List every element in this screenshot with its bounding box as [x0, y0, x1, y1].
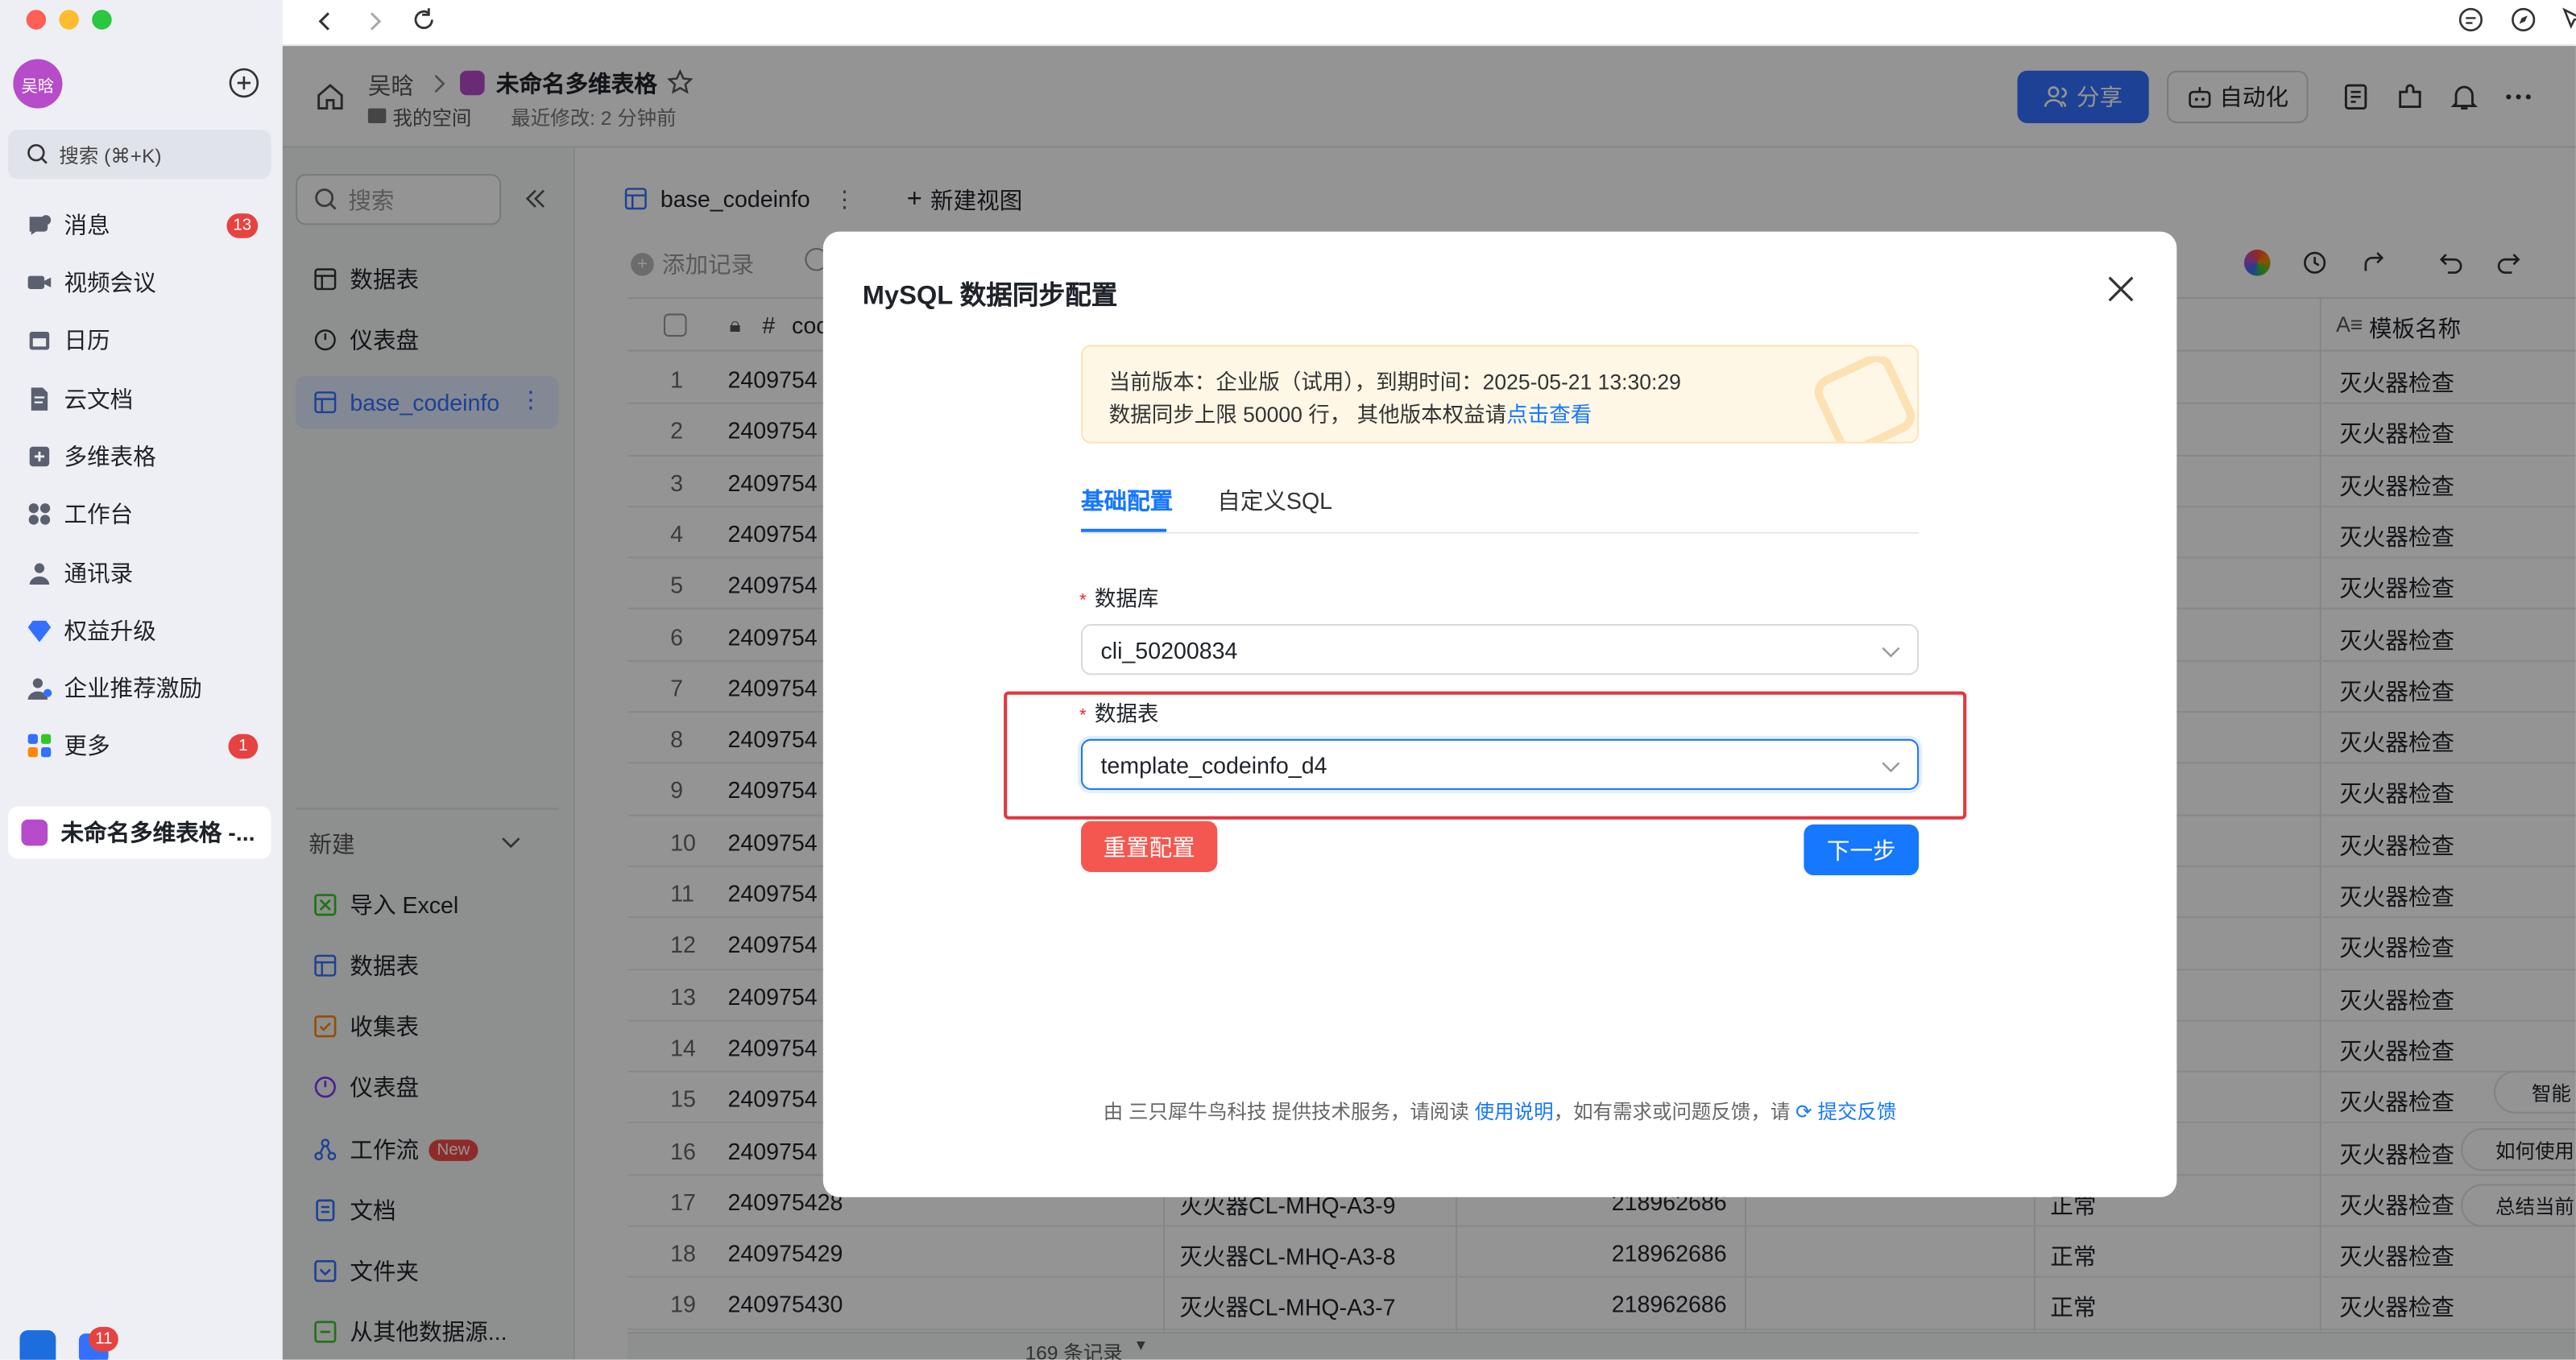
chat-bubble-icon [27, 212, 53, 238]
contacts-icon [27, 560, 53, 586]
close-icon[interactable] [2106, 275, 2136, 304]
compass-icon[interactable] [2510, 6, 2537, 33]
reset-config-button[interactable]: 重置配置 [1080, 821, 1218, 872]
unread-badge: 13 [226, 213, 259, 238]
forward-arrow-icon[interactable] [362, 8, 388, 35]
headset-icon: ⟳ [1795, 1100, 1812, 1124]
minimize-window-button[interactable] [59, 10, 79, 30]
next-step-button[interactable]: 下一步 [1804, 824, 1920, 876]
mysql-sync-dialog: MySQL 数据同步配置 当前版本：企业版（试用），到期时间：2025-05-2… [822, 231, 2177, 1197]
nav-item-workspace[interactable]: 工作台 [8, 488, 271, 540]
avatar[interactable]: 吴晗 [13, 59, 63, 109]
database-label-text: 数据库 [1094, 586, 1159, 611]
more-badge: 1 [228, 734, 259, 759]
nav-label: 云文档 [64, 386, 134, 412]
feedback-link[interactable]: ⟳ 提交反馈 [1795, 1100, 1896, 1123]
open-doc-title: 未命名多维表格 -... [60, 819, 255, 846]
window-controls [26, 10, 112, 30]
nav-item-more[interactable]: 更多 1 [8, 719, 271, 771]
dialog-title: MySQL 数据同步配置 [862, 282, 1118, 311]
chevron-down-icon [1882, 647, 1900, 658]
tab-label: 基础配置 [1080, 487, 1174, 515]
required-mark: * [1079, 705, 1087, 726]
nav-item-base[interactable]: 多维表格 [8, 430, 271, 482]
base-icon [27, 444, 53, 470]
comment-icon[interactable] [2458, 6, 2484, 33]
nav-label: 视频会议 [64, 269, 156, 296]
nav-item-video-meeting[interactable]: 视频会议 [8, 256, 271, 308]
nav-item-messages[interactable]: 消息 13 [8, 199, 271, 251]
table-label: * 数据表 [1079, 697, 1159, 728]
cursor-icon[interactable] [2560, 6, 2576, 33]
apps-grid-icon [27, 501, 53, 527]
calendar-icon [27, 327, 53, 353]
nav-label: 通讯录 [64, 560, 134, 587]
dock-badge: 11 [89, 1326, 119, 1352]
tabs-divider [1080, 531, 1920, 534]
feedback-label: 提交反馈 [1817, 1100, 1897, 1124]
nav-label: 日历 [64, 326, 110, 353]
search-icon [27, 143, 48, 164]
more-apps-icon [27, 733, 53, 759]
reload-icon[interactable] [411, 6, 437, 33]
nav-item-docs[interactable]: 云文档 [8, 373, 271, 425]
usage-guide-link[interactable]: 使用说明 [1475, 1100, 1554, 1123]
database-value: cli_50200834 [1100, 636, 1238, 663]
tab-label: 自定义SQL [1217, 487, 1333, 515]
footer-text: 由 三只犀牛鸟科技 提供技术服务，请阅读 [1103, 1100, 1469, 1124]
nav-item-contacts[interactable]: 通讯录 [8, 547, 271, 599]
nav-label: 工作台 [64, 501, 134, 527]
watermark-badge-icon [1814, 356, 1915, 442]
chevron-down-icon [1882, 762, 1900, 773]
browser-toolbar [282, 0, 2576, 47]
close-window-button[interactable] [26, 10, 47, 30]
nav-label: 企业推荐激励 [64, 675, 202, 701]
nav-label: 消息 [64, 212, 110, 238]
nav-item-referral[interactable]: 企业推荐激励 [8, 662, 271, 714]
table-select[interactable]: template_codeinfo_d4 [1080, 738, 1920, 790]
video-camera-icon [27, 269, 53, 296]
tab-basic-config[interactable]: 基础配置 [1081, 485, 1173, 518]
nav-item-calendar[interactable]: 日历 [8, 314, 271, 366]
nav-label: 多维表格 [64, 443, 156, 470]
create-plus-icon[interactable] [228, 68, 259, 99]
dock-app-icon[interactable] [19, 1329, 56, 1360]
diamond-icon [27, 618, 53, 644]
footer-text: ，如有需求或问题反馈，请 [1553, 1100, 1791, 1124]
app-sidebar: 吴晗 搜索 (⌘+K) 消息 13 视频会议 日历 云文档 多维表格 工作台 通… [0, 0, 283, 1360]
nav-label: 更多 [64, 732, 110, 759]
tab-custom-sql[interactable]: 自定义SQL [1217, 485, 1332, 518]
table-label-text: 数据表 [1094, 701, 1159, 726]
required-mark: * [1079, 591, 1087, 611]
dialog-footer: 由 三只犀牛鸟科技 提供技术服务，请阅读 使用说明，如有需求或问题反馈，请 ⟳ … [823, 1097, 2177, 1125]
view-benefits-link[interactable]: 点击查看 [1506, 403, 1592, 428]
back-arrow-icon[interactable] [313, 8, 339, 35]
notice-line-2: 数据同步上限 50000 行， 其他版本权益请点击查看 [1109, 398, 1592, 429]
open-doc-tab[interactable]: 未命名多维表格 -... [8, 806, 271, 859]
global-search-placeholder: 搜索 (⌘+K) [59, 143, 162, 167]
document-icon [27, 386, 53, 412]
table-value: template_codeinfo_d4 [1100, 751, 1327, 778]
nav-item-upgrade[interactable]: 权益升级 [8, 605, 271, 657]
version-notice: 当前版本：企业版（试用），到期时间：2025-05-21 13:30:29 数据… [1080, 345, 1920, 444]
notice-line-1: 当前版本：企业版（试用），到期时间：2025-05-21 13:30:29 [1108, 369, 1681, 395]
base-icon [21, 819, 48, 846]
nav-label: 权益升级 [64, 617, 156, 644]
global-search[interactable]: 搜索 (⌘+K) [8, 130, 271, 180]
zoom-window-button[interactable] [92, 10, 112, 30]
notice-text: 数据同步上限 50000 行， 其他版本权益请 [1108, 402, 1507, 428]
referral-icon [27, 675, 53, 701]
database-label: * 数据库 [1079, 581, 1159, 613]
database-select[interactable]: cli_50200834 [1080, 624, 1920, 676]
